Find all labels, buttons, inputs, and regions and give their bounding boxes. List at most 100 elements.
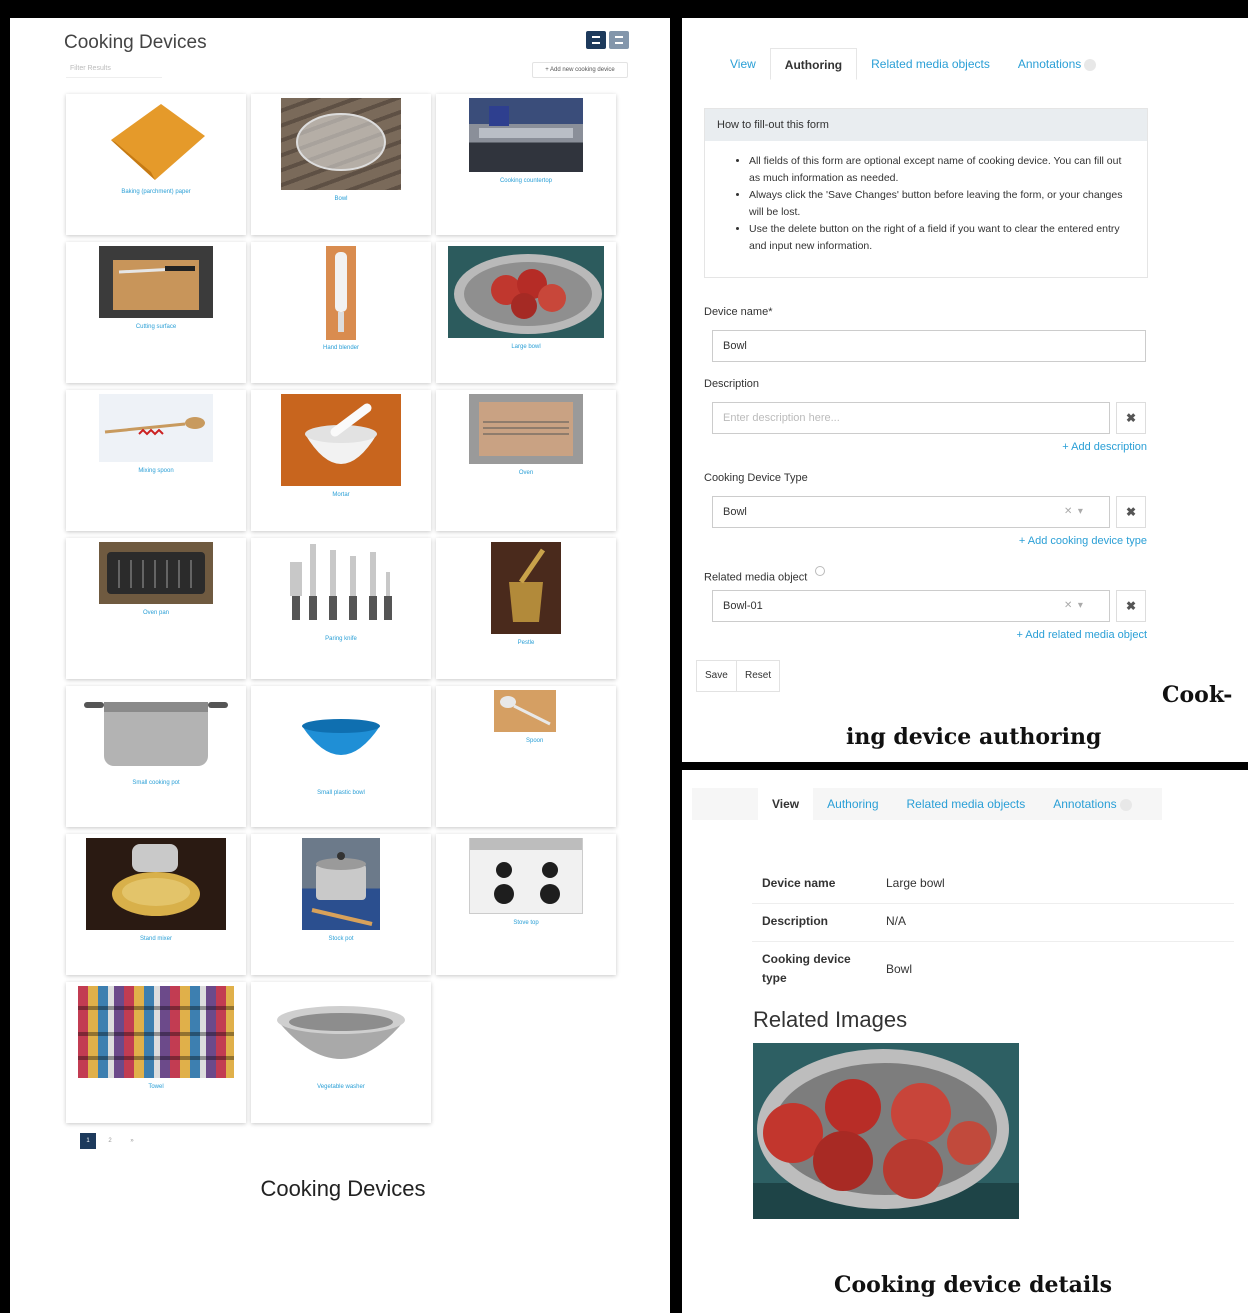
device-card[interactable]: Cutting surface bbox=[66, 242, 246, 383]
add-cooking-device-button[interactable]: + Add new cooking device bbox=[532, 62, 628, 78]
related-image[interactable] bbox=[753, 1043, 1019, 1219]
grid-view-button[interactable] bbox=[586, 31, 606, 49]
device-card[interactable]: Hand blender bbox=[251, 242, 431, 383]
clear-media-button[interactable]: ✖ bbox=[1116, 590, 1146, 622]
media-label-text: Related media object bbox=[704, 571, 808, 584]
add-type-link[interactable]: + Add cooking device type bbox=[1019, 535, 1147, 547]
device-card[interactable]: Small cooking pot bbox=[66, 686, 246, 827]
tab-bar: View Authoring Related media objects Ann… bbox=[692, 788, 1162, 820]
device-name-link[interactable]: Bowl bbox=[251, 196, 431, 202]
device-card[interactable]: Stock pot bbox=[251, 834, 431, 975]
figure-caption: Cooking device details bbox=[834, 1272, 1112, 1298]
device-name-link[interactable]: Stand mixer bbox=[66, 936, 246, 942]
device-name-link[interactable]: Stove top bbox=[436, 920, 616, 926]
device-card[interactable]: Spoon bbox=[436, 686, 616, 827]
device-card[interactable]: Paring knife bbox=[251, 538, 431, 679]
description-input[interactable]: Enter description here... bbox=[712, 402, 1110, 434]
device-name-link[interactable]: Pestle bbox=[436, 640, 616, 646]
cooking-devices-panel: Cooking Devices Filter Results + Add new… bbox=[10, 18, 670, 1313]
device-name-link[interactable]: Cutting surface bbox=[66, 324, 246, 330]
page-button[interactable]: 2 bbox=[102, 1133, 118, 1149]
detail-value: Large bowl bbox=[886, 876, 945, 890]
add-description-link[interactable]: + Add description bbox=[1062, 441, 1147, 453]
clear-type-button[interactable]: ✖ bbox=[1116, 496, 1146, 528]
detail-value: N/A bbox=[886, 914, 907, 928]
device-name-input[interactable]: Bowl bbox=[712, 330, 1146, 362]
tab-related-media-objects[interactable]: Related media objects bbox=[893, 788, 1040, 820]
help-item: All fields of this form are optional exc… bbox=[749, 153, 1133, 187]
clear-description-button[interactable]: ✖ bbox=[1116, 402, 1146, 434]
device-name-link[interactable]: Oven bbox=[436, 470, 616, 476]
device-thumbnail bbox=[448, 246, 604, 338]
device-card[interactable]: Stand mixer bbox=[66, 834, 246, 975]
device-name-link[interactable]: Hand blender bbox=[251, 345, 431, 351]
device-card[interactable]: Oven bbox=[436, 390, 616, 531]
type-label: Cooking Device Type bbox=[704, 472, 808, 484]
type-select[interactable]: Bowl bbox=[712, 496, 1110, 528]
save-button[interactable]: Save bbox=[696, 660, 737, 692]
device-name-link[interactable]: Small cooking pot bbox=[66, 780, 246, 786]
tab-authoring[interactable]: Authoring bbox=[813, 788, 892, 820]
media-select[interactable]: Bowl-01 bbox=[712, 590, 1110, 622]
list-icon bbox=[615, 36, 623, 44]
device-name-link[interactable]: Mixing spoon bbox=[66, 468, 246, 474]
page-title: Cooking Devices bbox=[64, 32, 207, 53]
device-card[interactable]: Baking (parchment) paper bbox=[66, 94, 246, 235]
device-name-link[interactable]: Towel bbox=[66, 1084, 246, 1090]
device-name-link[interactable]: Spoon bbox=[526, 738, 616, 744]
device-name-link[interactable]: Small plastic bowl bbox=[251, 790, 431, 796]
device-name-link[interactable]: Large bowl bbox=[436, 344, 616, 350]
help-item: Always click the 'Save Changes' button b… bbox=[749, 187, 1133, 221]
grid-icon bbox=[592, 36, 600, 44]
figure-caption: Cooking Devices bbox=[260, 1176, 426, 1201]
device-card[interactable]: Pestle bbox=[436, 538, 616, 679]
device-name-link[interactable]: Paring knife bbox=[251, 636, 431, 642]
device-card[interactable]: Oven pan bbox=[66, 538, 246, 679]
device-thumbnail bbox=[281, 98, 401, 190]
device-thumbnail bbox=[99, 246, 213, 318]
annotations-count-badge bbox=[1084, 58, 1097, 71]
device-card[interactable]: Large bowl bbox=[436, 242, 616, 383]
list-view-button[interactable] bbox=[609, 31, 629, 49]
device-card[interactable]: Vegetable washer bbox=[251, 982, 431, 1123]
device-thumbnail bbox=[99, 394, 213, 462]
tab-annotations-label: Annotations bbox=[1017, 57, 1082, 71]
device-thumbnail bbox=[86, 838, 226, 930]
tab-view[interactable]: View bbox=[758, 788, 814, 820]
device-thumbnail bbox=[469, 394, 583, 464]
tab-related-media-objects[interactable]: Related media objects bbox=[857, 48, 1004, 80]
device-name-link[interactable]: Stock pot bbox=[251, 936, 431, 942]
page-button[interactable]: 1 bbox=[80, 1133, 96, 1149]
next-page-button[interactable]: » bbox=[124, 1133, 140, 1149]
tab-bar: View Authoring Related media objects Ann… bbox=[716, 48, 1110, 80]
device-card[interactable]: Small plastic bowl bbox=[251, 686, 431, 827]
table-row: Cooking device type Bowl bbox=[752, 942, 1234, 996]
device-card[interactable]: Bowl bbox=[251, 94, 431, 235]
add-media-link[interactable]: + Add related media object bbox=[1016, 629, 1147, 641]
device-thumbnail bbox=[494, 690, 556, 732]
media-select-controls[interactable]: ✕ ▾ bbox=[1064, 600, 1083, 611]
figure-caption-part2: ing device authoring bbox=[846, 724, 1102, 750]
device-name-label: Device name* bbox=[704, 306, 773, 318]
tab-annotations[interactable]: Annotations bbox=[1004, 48, 1110, 80]
tab-annotations[interactable]: Annotations bbox=[1039, 788, 1145, 820]
info-icon[interactable] bbox=[815, 566, 826, 576]
device-thumbnail bbox=[80, 690, 232, 772]
help-box: How to fill-out this form All fields of … bbox=[704, 108, 1148, 278]
device-card[interactable]: Mixing spoon bbox=[66, 390, 246, 531]
tab-view[interactable]: View bbox=[716, 48, 770, 80]
device-name-link[interactable]: Oven pan bbox=[66, 610, 246, 616]
device-name-link[interactable]: Mortar bbox=[251, 492, 431, 498]
device-card[interactable]: Cooking countertop bbox=[436, 94, 616, 235]
tab-authoring[interactable]: Authoring bbox=[769, 48, 858, 80]
device-name-link[interactable]: Baking (parchment) paper bbox=[66, 189, 246, 195]
device-card[interactable]: Towel bbox=[66, 982, 246, 1123]
device-name-link[interactable]: Cooking countertop bbox=[436, 178, 616, 184]
device-name-link[interactable]: Vegetable washer bbox=[251, 1084, 431, 1090]
type-select-controls[interactable]: ✕ ▾ bbox=[1064, 506, 1083, 517]
filter-input[interactable]: Filter Results bbox=[66, 62, 162, 78]
device-grid: Baking (parchment) paper Bowl Cooking co… bbox=[66, 94, 618, 1123]
reset-button[interactable]: Reset bbox=[736, 660, 781, 692]
device-card[interactable]: Mortar bbox=[251, 390, 431, 531]
device-card[interactable]: Stove top bbox=[436, 834, 616, 975]
